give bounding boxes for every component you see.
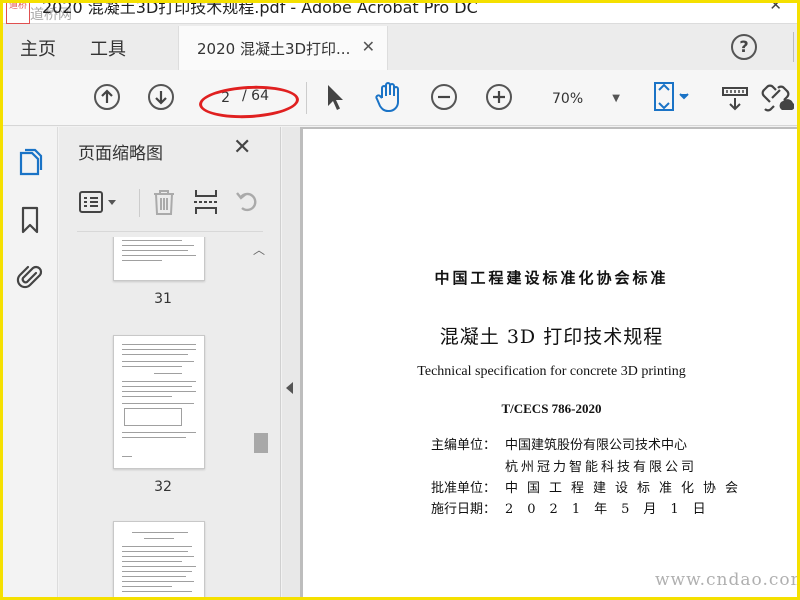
approve-unit-label: 批准单位：: [431, 481, 497, 496]
watermark-logo: 道桥: [6, 0, 30, 24]
arrow-down-icon: [155, 91, 167, 105]
thumbnail-scrollbar[interactable]: ︿: [251, 239, 269, 600]
zoom-in-button[interactable]: [486, 84, 512, 110]
hand-tool-icon[interactable]: [373, 80, 405, 114]
previous-page-button[interactable]: [94, 84, 120, 110]
effective-date-row: 施行日期： 2021年5月1日: [431, 498, 720, 517]
approve-unit: 中国工程建设标准化协会: [505, 481, 748, 496]
effective-date: 2021年5月1日: [505, 502, 720, 517]
menu-bar: 主页 工具 2020 混凝土3D打印... ✕ ?: [0, 24, 800, 70]
toolbar: 2 / 64 70% ▼: [0, 70, 800, 126]
document-tab-label: 2020 混凝土3D打印...: [197, 40, 351, 58]
menu-divider: [793, 32, 794, 62]
document-view: 中国工程建设标准化协会标准 混凝土 3D 打印技术规程 Technical sp…: [300, 127, 800, 600]
attachment-icon[interactable]: [16, 261, 44, 291]
bookmark-icon[interactable]: [16, 205, 44, 235]
thumbnail-toolbar: [59, 177, 281, 229]
document-title-en: Technical specification for concrete 3D …: [417, 364, 686, 379]
pdf-page: 中国工程建设标准化协会标准 混凝土 3D 打印技术规程 Technical sp…: [303, 129, 800, 600]
title-bar: 道桥 道桥网 2020 混凝土3D打印技术规程.pdf - Adobe Acro…: [0, 0, 800, 24]
document-title-cn: 混凝土 3D 打印技术规程: [439, 326, 664, 348]
trash-icon[interactable]: [149, 187, 179, 217]
page-thumbnail[interactable]: [113, 521, 205, 600]
toolbar-divider: [139, 189, 140, 217]
document-tab-close-icon[interactable]: ✕: [362, 37, 375, 56]
standard-code: T/CECS 786-2020: [501, 401, 602, 416]
page-thumbnail[interactable]: [113, 335, 205, 469]
window-close-button[interactable]: ✕: [769, 0, 782, 14]
select-cursor-icon[interactable]: [322, 82, 348, 112]
insert-page-icon[interactable]: [191, 187, 221, 217]
thumbnail-options-icon[interactable]: [77, 187, 123, 217]
page-thumbnail-number: 32: [154, 479, 172, 495]
effective-date-label: 施行日期：: [431, 502, 497, 517]
collapse-panel-icon[interactable]: [286, 382, 293, 394]
tools-tab[interactable]: 工具: [90, 35, 126, 61]
rotate-icon[interactable]: [233, 187, 263, 217]
chevron-down-icon: ▼: [612, 93, 620, 104]
thumbnails-panel: 页面缩略图 ✕ 31 32 ︿: [59, 127, 281, 600]
document-tab[interactable]: 2020 混凝土3D打印... ✕: [178, 26, 388, 70]
chief-unit-2: 杭州冠力智能科技有限公司: [505, 460, 698, 475]
panel-close-icon[interactable]: ✕: [233, 135, 251, 160]
zoom-level-value: 70%: [552, 91, 584, 107]
chief-unit-row-2: 杭州冠力智能科技有限公司: [505, 456, 697, 475]
minus-icon: [438, 95, 450, 99]
page-fit-icon[interactable]: [650, 80, 694, 114]
arrow-up-icon: [101, 89, 113, 103]
page-thumbnails-icon[interactable]: [16, 147, 44, 177]
left-navigation-rail: [0, 127, 58, 600]
panel-splitter[interactable]: [282, 127, 300, 600]
help-icon[interactable]: ?: [731, 34, 757, 60]
page-thumbnail-number: 31: [154, 291, 172, 307]
window-title: 2020 混凝土3D打印技术规程.pdf - Adobe Acrobat Pro…: [42, 0, 478, 17]
page-thumbnail[interactable]: [113, 237, 205, 281]
standard-org-heading: 中国工程建设标准化协会标准: [434, 269, 669, 287]
panel-divider: [77, 231, 263, 232]
zoom-level-select[interactable]: 70% ▼: [540, 86, 626, 112]
thumbnail-list: 31 32: [59, 237, 267, 600]
read-mode-icon[interactable]: [721, 84, 749, 112]
chief-unit-1: 中国建筑股份有限公司技术中心: [505, 438, 688, 453]
zoom-out-button[interactable]: [431, 84, 457, 110]
approve-unit-row: 批准单位： 中国工程建设标准化协会: [431, 477, 747, 496]
home-tab[interactable]: 主页: [20, 35, 56, 61]
scrollbar-thumb[interactable]: [254, 433, 268, 453]
watermark-url: www.cndao.com: [655, 570, 800, 590]
chief-unit-row: 主编单位： 中国建筑股份有限公司技术中心: [431, 434, 687, 453]
share-link-icon[interactable]: [760, 82, 794, 114]
toolbar-divider: [306, 82, 307, 114]
chevron-up-icon[interactable]: ︿: [253, 241, 265, 258]
panel-title: 页面缩略图: [78, 144, 163, 164]
next-page-button[interactable]: [148, 84, 174, 110]
plus-icon: [493, 91, 505, 103]
chief-unit-label: 主编单位：: [431, 438, 497, 453]
